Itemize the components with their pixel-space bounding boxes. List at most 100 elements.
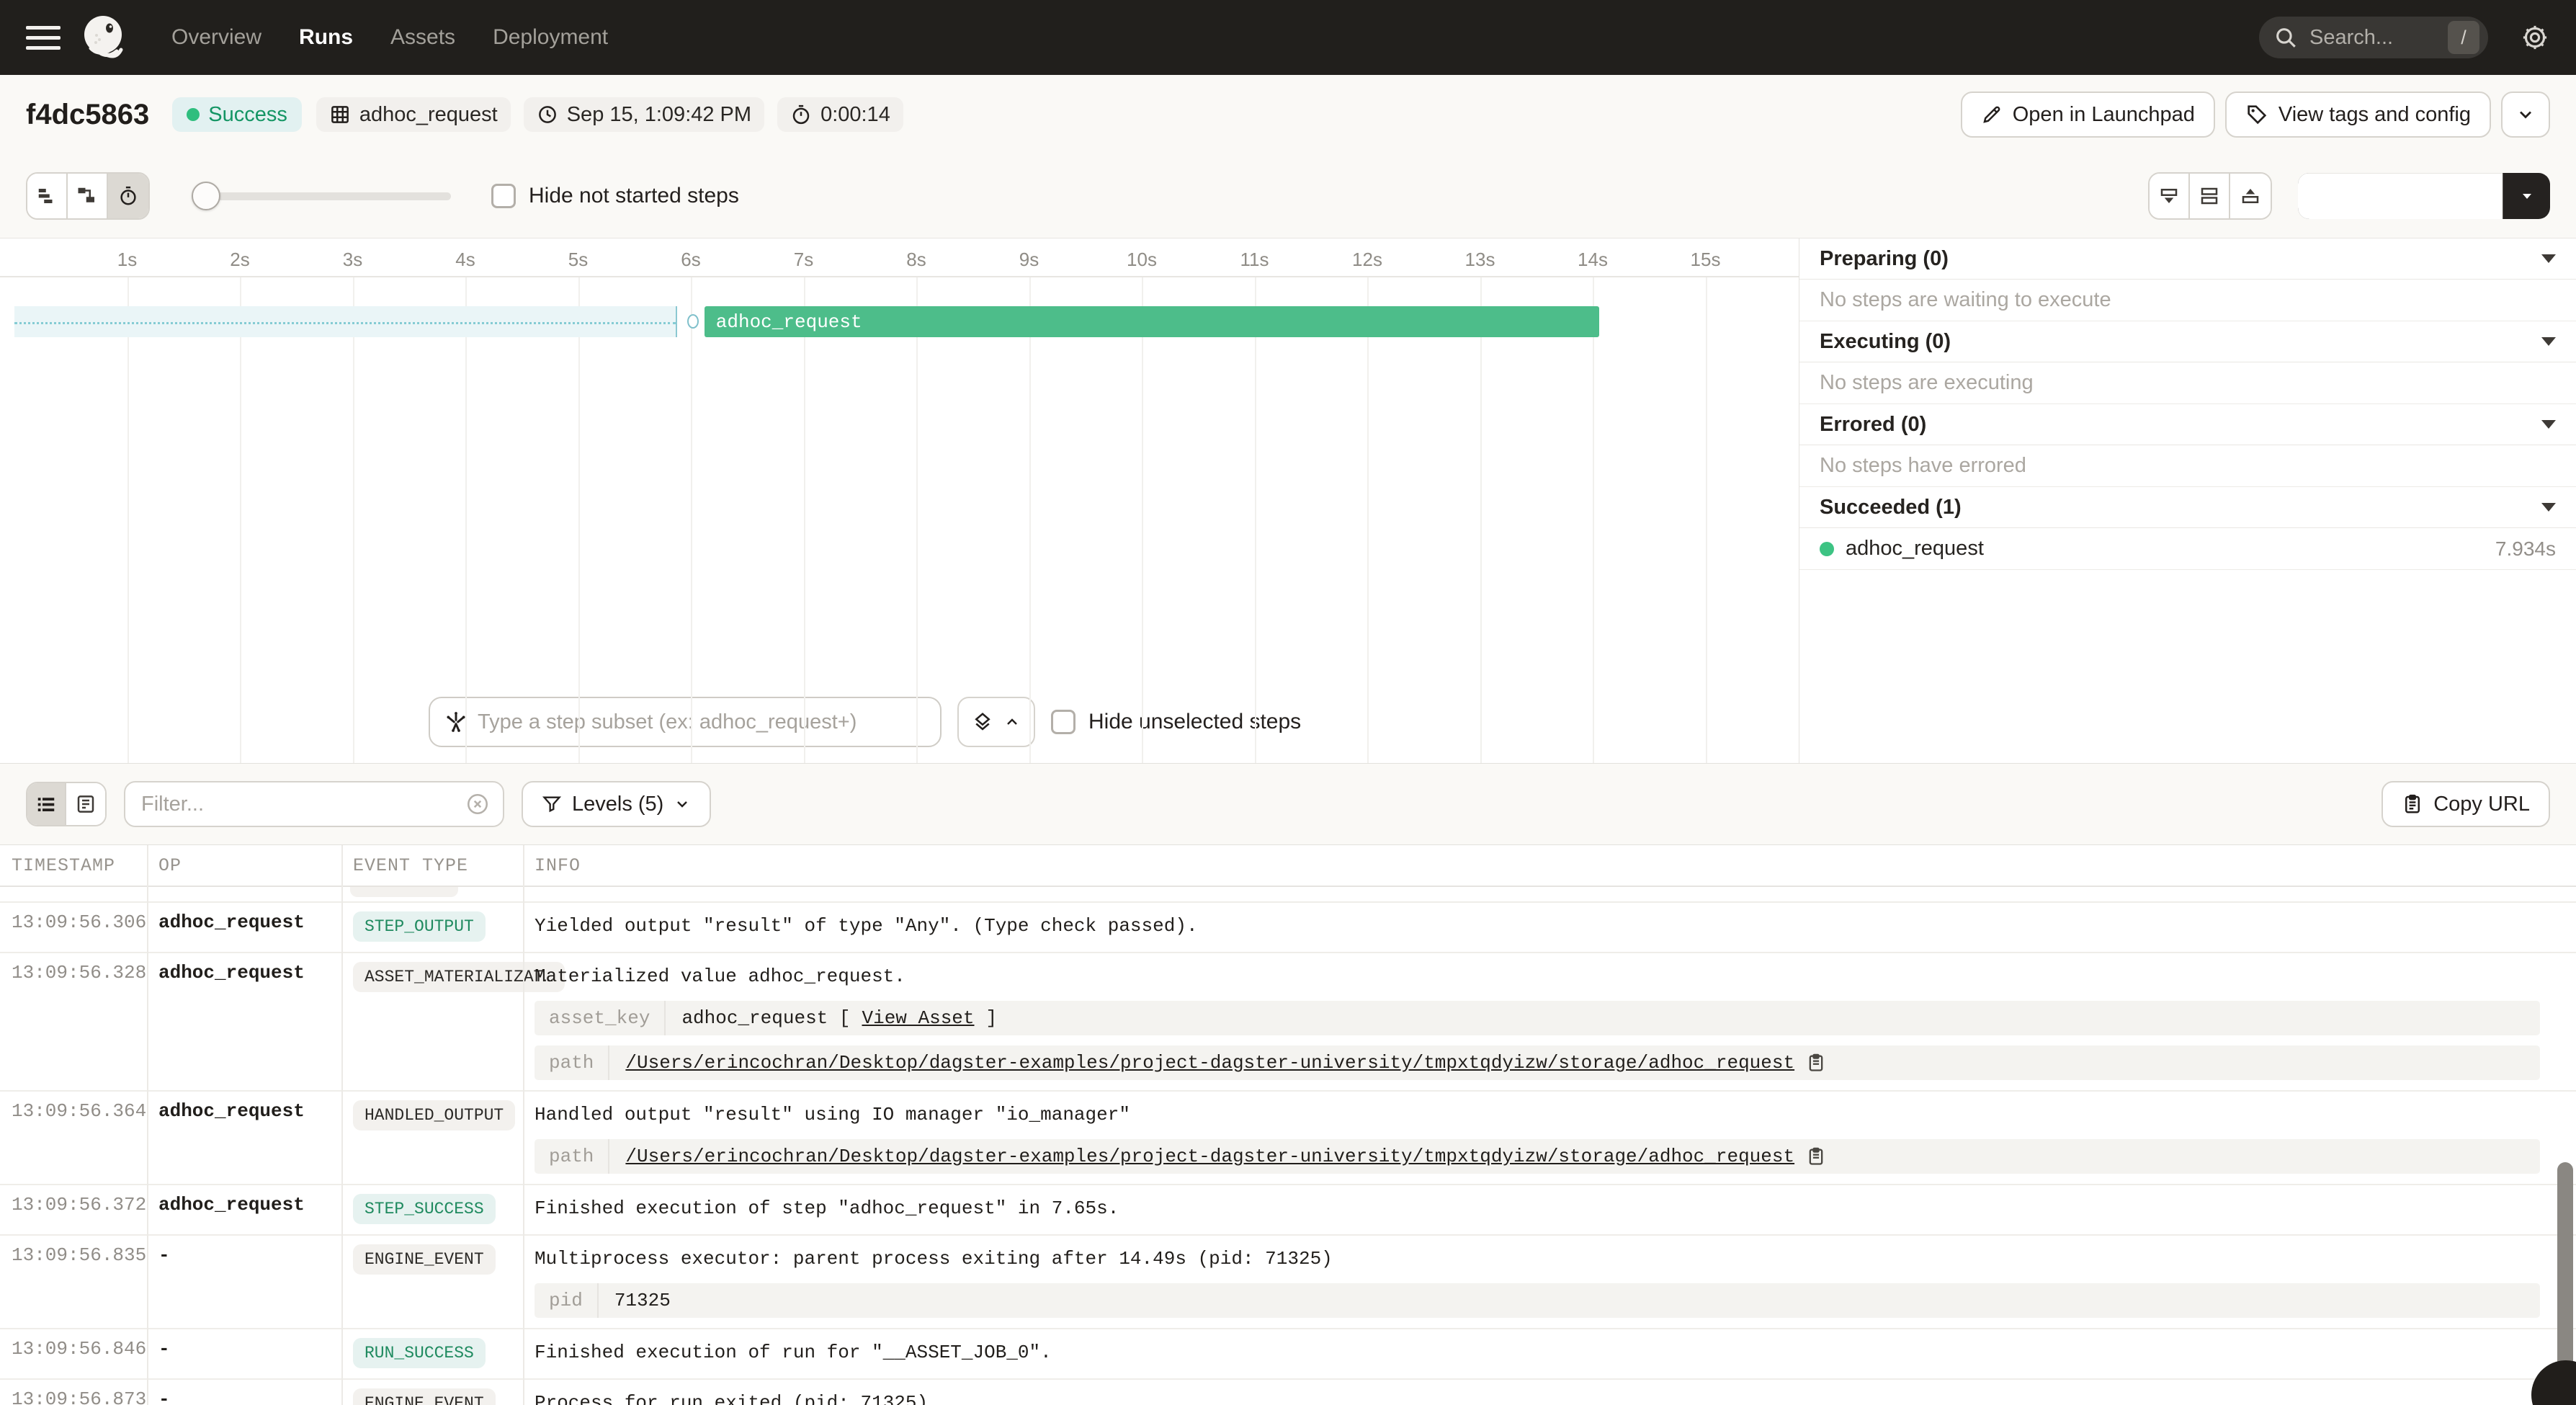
step-success-dot: [1820, 542, 1834, 556]
open-in-launchpad-button[interactable]: Open in Launchpad: [1961, 92, 2215, 138]
structured-log-view-icon[interactable]: [27, 783, 66, 825]
clipboard-icon: [2402, 793, 2423, 815]
split-panels-icon[interactable]: [2190, 174, 2230, 218]
step-panel-section-header[interactable]: Preparing (0): [1799, 238, 2576, 280]
metadata-key: path: [535, 1045, 609, 1080]
layers-icon: [972, 711, 993, 733]
nav-item-runs[interactable]: Runs: [299, 25, 353, 50]
gear-icon[interactable]: [2520, 22, 2550, 53]
dagster-logo[interactable]: [81, 14, 128, 61]
top-nav: Overview Runs Assets Deployment Search... /: [0, 0, 2576, 75]
clear-filter-icon[interactable]: [465, 792, 490, 816]
run-tag[interactable]: adhoc_request: [316, 97, 511, 132]
step-subset-input[interactable]: Type a step subset (ex: adhoc_request+): [429, 697, 942, 747]
gantt-chart[interactable]: Type a step subset (ex: adhoc_request+) …: [0, 238, 1799, 763]
event-type-pill: STEP_SUCCESS: [353, 1194, 496, 1224]
checkbox-box[interactable]: [491, 184, 516, 208]
step-selector-icon: [444, 710, 468, 733]
log-row[interactable]: 13:09:56.835-ENGINE_EVENTMultiprocess ex…: [0, 1236, 2576, 1329]
event-type-pill: HANDLED_OUTPUT: [353, 1100, 515, 1130]
gantt-zoom-slider[interactable]: [192, 182, 451, 210]
copy-url-button[interactable]: Copy URL: [2382, 781, 2550, 827]
section-title: Errored (0): [1820, 413, 1926, 437]
gantt-axis-tick: 13s: [1465, 249, 1495, 271]
log-row[interactable]: 13:09:56.372adhoc_requestSTEP_SUCCESSFin…: [0, 1185, 2576, 1236]
gantt-axis-tick: 15s: [1691, 249, 1721, 271]
log-event-type-cell: STEP_SUCCESS: [341, 1194, 523, 1224]
step-panel-section-header[interactable]: Succeeded (1): [1799, 487, 2576, 528]
log-row[interactable]: 13:09:56.364adhoc_requestHANDLED_OUTPUTH…: [0, 1092, 2576, 1185]
nav-item-assets[interactable]: Assets: [390, 25, 455, 50]
stopwatch-icon: [790, 104, 812, 125]
flat-gantt-icon[interactable]: [27, 174, 68, 218]
run-tag-label: 0:00:14: [820, 103, 890, 127]
levels-filter-button[interactable]: Levels (5): [522, 781, 711, 827]
log-event-type-cell: ENGINE_EVENT: [341, 1388, 523, 1405]
gantt-axis-tick: 1s: [117, 249, 137, 271]
step-subset-apply-button[interactable]: [957, 697, 1035, 747]
gantt-gridline: [691, 277, 692, 763]
view-asset-link[interactable]: View Asset: [862, 1007, 974, 1029]
log-table-header: TIMESTAMPOPEVENT TYPEINFO: [0, 845, 2576, 887]
log-row-partial: [0, 887, 2576, 903]
gantt-gridline: [465, 277, 467, 763]
gantt-gridline: [1706, 277, 1707, 763]
nav-item-deployment[interactable]: Deployment: [493, 25, 608, 50]
timed-gantt-icon[interactable]: [108, 174, 148, 218]
run-actions-menu-button[interactable]: [2501, 92, 2550, 138]
step-subset-placeholder: Type a step subset (ex: adhoc_request+): [478, 710, 857, 734]
chevron-down-icon: [2541, 503, 2556, 512]
raw-log-view-icon[interactable]: [66, 783, 105, 825]
clock-icon: [537, 104, 558, 125]
copy-path-icon[interactable]: [1806, 1053, 1826, 1073]
metadata-entry: path/Users/erincochran/Desktop/dagster-e…: [535, 1139, 2540, 1174]
log-op: -: [147, 1244, 341, 1318]
run-id: f4dc5863: [26, 99, 149, 131]
gantt-axis-tick: 3s: [343, 249, 362, 271]
hamburger-menu-icon[interactable]: [26, 20, 61, 55]
hide-unselected-checkbox[interactable]: Hide unselected steps: [1051, 710, 1301, 734]
log-row[interactable]: 13:09:56.306adhoc_requestSTEP_OUTPUTYiel…: [0, 903, 2576, 953]
waterfall-gantt-icon[interactable]: [68, 174, 108, 218]
log-timestamp: 13:09:56.846: [0, 1338, 147, 1368]
gantt-start-marker: [687, 314, 699, 329]
collapse-panel-down-icon[interactable]: [2150, 174, 2190, 218]
search-input[interactable]: Search... /: [2259, 17, 2488, 58]
slider-knob[interactable]: [192, 182, 220, 210]
hide-not-started-checkbox[interactable]: Hide not started steps: [491, 184, 739, 208]
log-info-text: Finished execution of step "adhoc_reques…: [535, 1194, 2564, 1223]
gantt-view-mode-group: [26, 172, 150, 220]
metadata-entry: asset_keyadhoc_request [View Asset]: [535, 1001, 2540, 1035]
run-tag[interactable]: 0:00:14: [777, 97, 903, 132]
step-panel-section-header[interactable]: Errored (0): [1799, 404, 2576, 445]
log-info: Finished execution of step "adhoc_reques…: [523, 1194, 2576, 1224]
view-tags-config-button[interactable]: View tags and config: [2225, 92, 2491, 138]
succeeded-step-row[interactable]: adhoc_request7.934s: [1799, 528, 2576, 570]
log-row[interactable]: 13:09:56.873-ENGINE_EVENTProcess for run…: [0, 1380, 2576, 1405]
log-event-type-cell: STEP_OUTPUT: [341, 911, 523, 942]
gantt-gridline: [1480, 277, 1482, 763]
run-tag[interactable]: Sep 15, 1:09:42 PM: [524, 97, 764, 132]
reexecute-options-button[interactable]: [2503, 173, 2550, 219]
step-panel-section-header[interactable]: Executing (0): [1799, 321, 2576, 362]
copy-path-icon[interactable]: [1806, 1146, 1826, 1167]
event-type-pill: RUN_SUCCESS: [353, 1338, 486, 1368]
gantt-gridline: [1367, 277, 1369, 763]
log-info: Handled output "result" using IO manager…: [523, 1100, 2576, 1174]
log-row[interactable]: 13:09:56.328adhoc_requestASSET_MATERIALI…: [0, 953, 2576, 1092]
gantt-toolbar: Hide not started steps Re-execute all (*…: [0, 154, 2576, 238]
metadata-value: /Users/erincochran/Desktop/dagster-examp…: [609, 1140, 1842, 1173]
path-link[interactable]: /Users/erincochran/Desktop/dagster-examp…: [625, 1146, 1794, 1167]
metadata-entry: pid71325: [535, 1283, 2540, 1318]
expand-panel-up-icon[interactable]: [2230, 174, 2271, 218]
step-subset-bar: Type a step subset (ex: adhoc_request+) …: [429, 697, 1301, 747]
gantt-step-bar[interactable]: adhoc_request: [705, 306, 1600, 337]
log-filter-input[interactable]: Filter...: [124, 781, 504, 827]
nav-item-overview[interactable]: Overview: [171, 25, 261, 50]
event-type-pill: ENGINE_EVENT: [353, 1388, 496, 1405]
tag-icon: [2245, 103, 2268, 126]
reexecute-all-button[interactable]: Re-execute all (*): [2298, 173, 2503, 219]
log-row[interactable]: 13:09:56.846-RUN_SUCCESSFinished executi…: [0, 1329, 2576, 1380]
path-link[interactable]: /Users/erincochran/Desktop/dagster-examp…: [625, 1052, 1794, 1074]
checkbox-box[interactable]: [1051, 710, 1075, 734]
